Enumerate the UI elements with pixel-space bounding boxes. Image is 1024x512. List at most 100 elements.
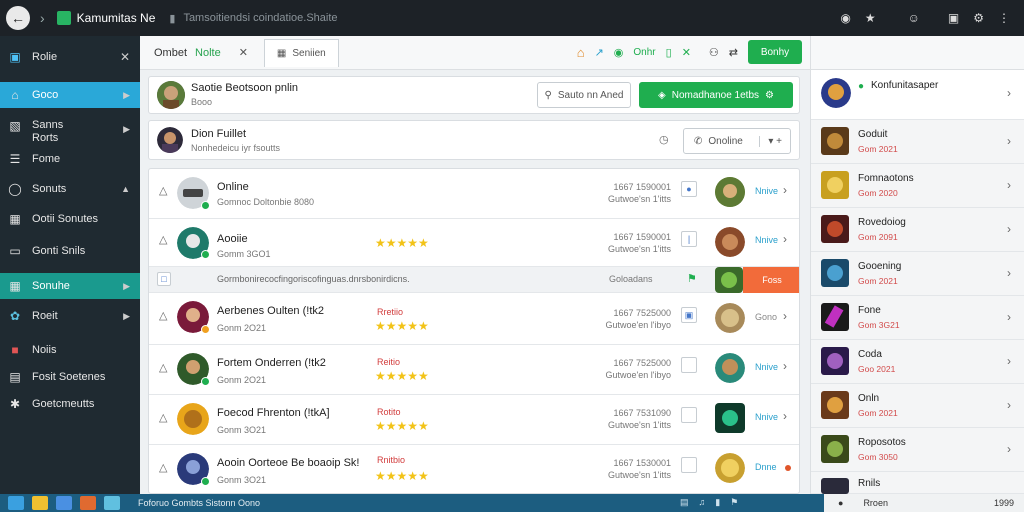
primary-action-button[interactable]: ◈ Nomadhanoe 1etbs ⚙ — [639, 82, 793, 108]
notice-action-button[interactable]: Foss — [743, 267, 799, 293]
sidebar-item-roeit[interactable]: ✿ Roeit ▶ — [0, 303, 140, 329]
row-checkbox[interactable]: ● — [681, 181, 697, 197]
row-checkbox[interactable] — [681, 457, 697, 473]
right-panel-header-item[interactable]: ● Konfunitasaper › — [811, 70, 1024, 120]
list-row[interactable]: △ Aooiie Gomm 3GO1 ★★★★★ 1667 1590001 Gut… — [149, 219, 799, 267]
right-panel-item[interactable]: Rnils — [811, 472, 1024, 494]
status-online-icon[interactable]: ◉ — [614, 46, 624, 59]
flag-icon[interactable]: ⚑ — [730, 497, 738, 508]
chevron-right-icon[interactable]: › — [1007, 266, 1011, 280]
user-icon[interactable]: ● — [838, 498, 843, 508]
right-panel-item[interactable]: Goduit Gom 2021 › — [811, 120, 1024, 164]
address-bar[interactable]: ▮ Tamsoitiendsi coindatioe.Shaite — [169, 7, 840, 29]
toolbar-action-button[interactable]: Bonhy — [748, 40, 802, 64]
home-icon[interactable]: ⌂ — [577, 45, 585, 60]
row-action-link[interactable]: Gono — [755, 312, 777, 322]
row-action-link[interactable]: Nnive — [755, 412, 778, 422]
menu-icon[interactable]: ⋮ — [998, 11, 1010, 25]
document-icon[interactable]: ▯ — [666, 46, 672, 59]
browser-icon[interactable] — [80, 496, 96, 510]
list-row[interactable]: △ Fortem Onderren (!tk2 Gonm 2O21 Reitio… — [149, 345, 799, 395]
right-panel-item[interactable]: Gooening Gom 2021 › — [811, 252, 1024, 296]
chevron-right-icon[interactable]: › — [1007, 354, 1011, 368]
folder-icon[interactable] — [32, 496, 48, 510]
list-row[interactable]: △ Foecod Fhrenton (!tkA] Gonm 3O21 Rotit… — [149, 395, 799, 445]
bookmark-icon[interactable]: △ — [159, 233, 167, 246]
share-icon[interactable]: ⇄ — [729, 46, 738, 59]
info-icon[interactable]: ◉ — [840, 11, 850, 25]
close-icon[interactable]: ✕ — [120, 50, 130, 64]
start-icon[interactable] — [8, 496, 24, 510]
row-checkbox[interactable] — [681, 407, 697, 423]
sidebar-item-ootii-sonutes[interactable]: ▦ Ootii Sonutes — [0, 206, 140, 232]
sidebar-item-sonuts[interactable]: ◯ Sonuts ▲ — [0, 176, 140, 202]
settings-icon[interactable]: ⚙ — [973, 11, 984, 25]
sidebar-item-goetcmeutts[interactable]: ✱ Goetcmeutts — [0, 391, 140, 417]
back-button[interactable]: ← — [6, 6, 30, 30]
right-panel-item[interactable]: Roposotos Gom 3050 › — [811, 428, 1024, 472]
search-input[interactable]: ⚲ Sauto nn Aned — [537, 82, 631, 108]
row-checkbox[interactable]: | — [681, 231, 697, 247]
avatar[interactable] — [157, 127, 183, 153]
sidebar-item-gonti-snils[interactable]: ▭ Gonti Snils — [0, 238, 140, 264]
sidebar-item-sonuhe[interactable]: ▦ Sonuhe ▶ — [0, 273, 140, 299]
sidebar-item-goco[interactable]: ⌂ Goco ▶ — [0, 82, 140, 108]
tab-seniien[interactable]: ▦ Seniien — [263, 38, 339, 67]
sidebar-item-fome[interactable]: ☰ Fome — [0, 146, 140, 172]
chevron-right-icon[interactable]: › — [1007, 178, 1011, 192]
close-icon[interactable]: ✕ — [239, 46, 248, 59]
trend-icon[interactable]: ↗ — [595, 46, 604, 59]
list-row[interactable]: △ Aerbenes Oulten (!tk2 Gonm 2O21 Rretii… — [149, 293, 799, 345]
bookmark-icon[interactable]: △ — [159, 309, 167, 322]
toolbar-right-label[interactable]: Onhr — [633, 47, 655, 58]
network-icon[interactable]: ▤ — [680, 497, 689, 508]
forward-chevron-icon[interactable]: › — [40, 10, 45, 26]
chevron-right-icon[interactable]: › — [1007, 398, 1011, 412]
browser-tab[interactable]: Kamumitas Ne — [56, 11, 155, 25]
battery-icon[interactable]: ▮ — [715, 497, 720, 508]
star-icon[interactable]: ★ — [865, 11, 876, 25]
chevron-right-icon[interactable]: › — [783, 232, 787, 246]
users-icon[interactable]: ⚇ — [709, 46, 719, 59]
row-action-link[interactable]: Nnive — [755, 235, 778, 245]
clock-icon[interactable]: ◷ — [659, 133, 669, 146]
download-icon[interactable]: ▣ — [948, 11, 959, 25]
right-panel-item[interactable]: Fomnaotons Gom 2020 › — [811, 164, 1024, 208]
window-icon[interactable] — [56, 496, 72, 510]
chevron-right-icon[interactable]: › — [783, 359, 787, 373]
sidebar-header[interactable]: ▣ Rolie ✕ — [0, 44, 140, 70]
list-row[interactable]: △ Aooin Oorteoe Be boaoip Sk! Gonm 3O21 … — [149, 445, 799, 493]
row-action-link[interactable]: Nnive — [755, 362, 778, 372]
chevron-right-icon[interactable]: › — [783, 309, 787, 323]
chevron-right-icon[interactable]: › — [1007, 222, 1011, 236]
sidebar-item-sanns[interactable]: ▧ Sanns Rorts ▶ — [0, 116, 140, 148]
right-panel-item[interactable]: Fone Gom 3G21 › — [811, 296, 1024, 340]
bookmark-icon[interactable]: △ — [159, 184, 167, 197]
chevron-right-icon[interactable]: › — [783, 183, 787, 197]
chevron-right-icon[interactable]: › — [1007, 442, 1011, 456]
row-checkbox[interactable] — [681, 357, 697, 373]
list-row[interactable]: △ Online Gomnoc Doltonbie 8080 1667 1590… — [149, 169, 799, 219]
bookmark-icon[interactable]: △ — [159, 361, 167, 374]
chevron-right-icon[interactable]: › — [1007, 310, 1011, 324]
chevron-right-icon[interactable]: › — [1007, 86, 1011, 100]
right-panel-item[interactable]: Onln Gom 2021 › — [811, 384, 1024, 428]
app-icon[interactable] — [104, 496, 120, 510]
chevron-right-icon[interactable]: › — [783, 409, 787, 423]
row-action-link[interactable]: Nnive — [755, 186, 778, 196]
sidebar-item-fosit-soetenes[interactable]: ▤ Fosit Soetenes — [0, 364, 140, 390]
bookmark-icon[interactable]: △ — [159, 461, 167, 474]
avatar[interactable] — [157, 81, 185, 109]
status-dropdown[interactable]: ✆ Onoline ▾ + — [683, 128, 791, 154]
right-panel-item[interactable]: Coda Goo 2021 › — [811, 340, 1024, 384]
volume-icon[interactable]: ♫ — [699, 497, 706, 508]
row-action-link[interactable]: Dnne — [755, 462, 777, 472]
chevron-right-icon[interactable]: › — [1007, 134, 1011, 148]
smiley-icon[interactable]: ☺ — [908, 11, 920, 25]
bookmark-icon[interactable]: △ — [159, 411, 167, 424]
close-icon[interactable]: ✕ — [682, 46, 691, 59]
right-panel-item[interactable]: Rovedoiog Gom 2091 › — [811, 208, 1024, 252]
notice-row[interactable]: □ Gormbonirecocfingoriscofinguas.dnrsbon… — [149, 267, 799, 293]
tab-ombet[interactable]: Ombet Nolte ✕ — [140, 46, 258, 60]
sidebar-item-noiis[interactable]: ■ Noiis — [0, 337, 140, 363]
